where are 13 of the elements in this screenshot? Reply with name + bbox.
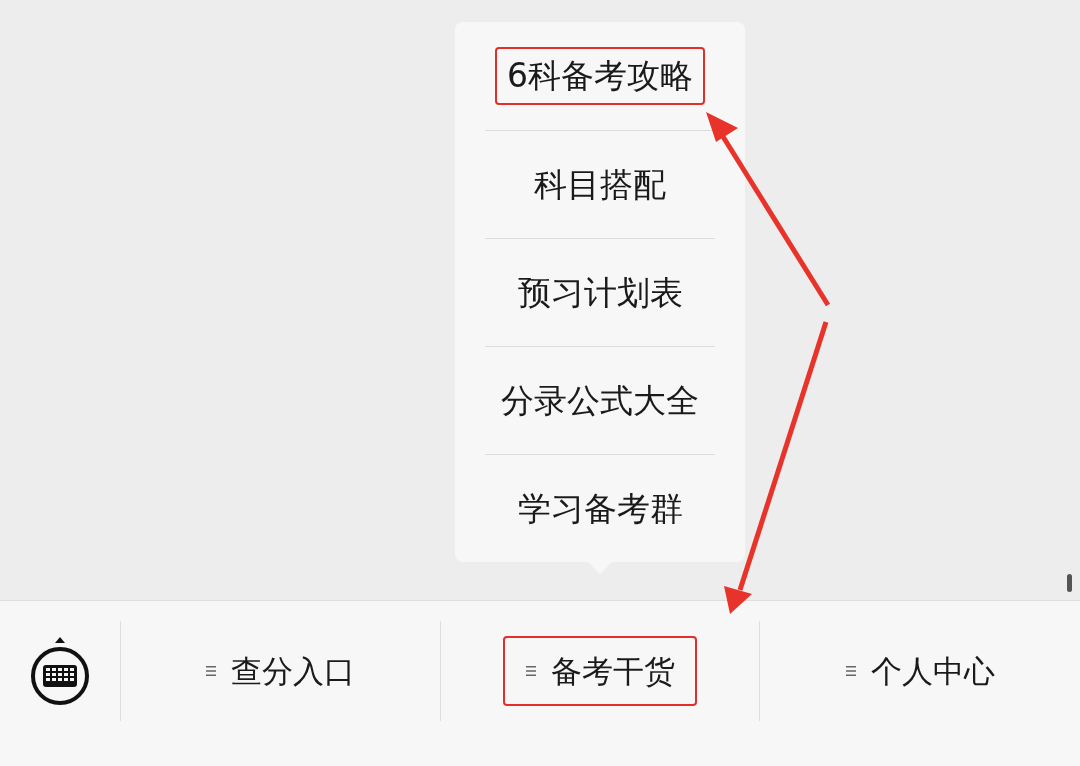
- keyboard-icon[interactable]: [28, 635, 91, 707]
- menu-item[interactable]: 预习计划表: [505, 263, 695, 322]
- scrollbar: [1067, 574, 1072, 592]
- menu-item[interactable]: 学习备考群: [505, 479, 695, 538]
- menu-icon: [205, 664, 218, 678]
- menu-tab[interactable]: 备考干货: [502, 635, 697, 707]
- menu-item[interactable]: 科目搭配: [522, 155, 678, 214]
- menu-item[interactable]: 分录公式大全: [489, 371, 711, 430]
- menu-item[interactable]: 6科备考攻略: [495, 47, 705, 105]
- menu-icon: [845, 664, 858, 678]
- menu-tab[interactable]: 查分入口: [183, 635, 378, 707]
- menu-tab[interactable]: 个人中心: [823, 635, 1018, 707]
- menu-icon: [524, 664, 537, 678]
